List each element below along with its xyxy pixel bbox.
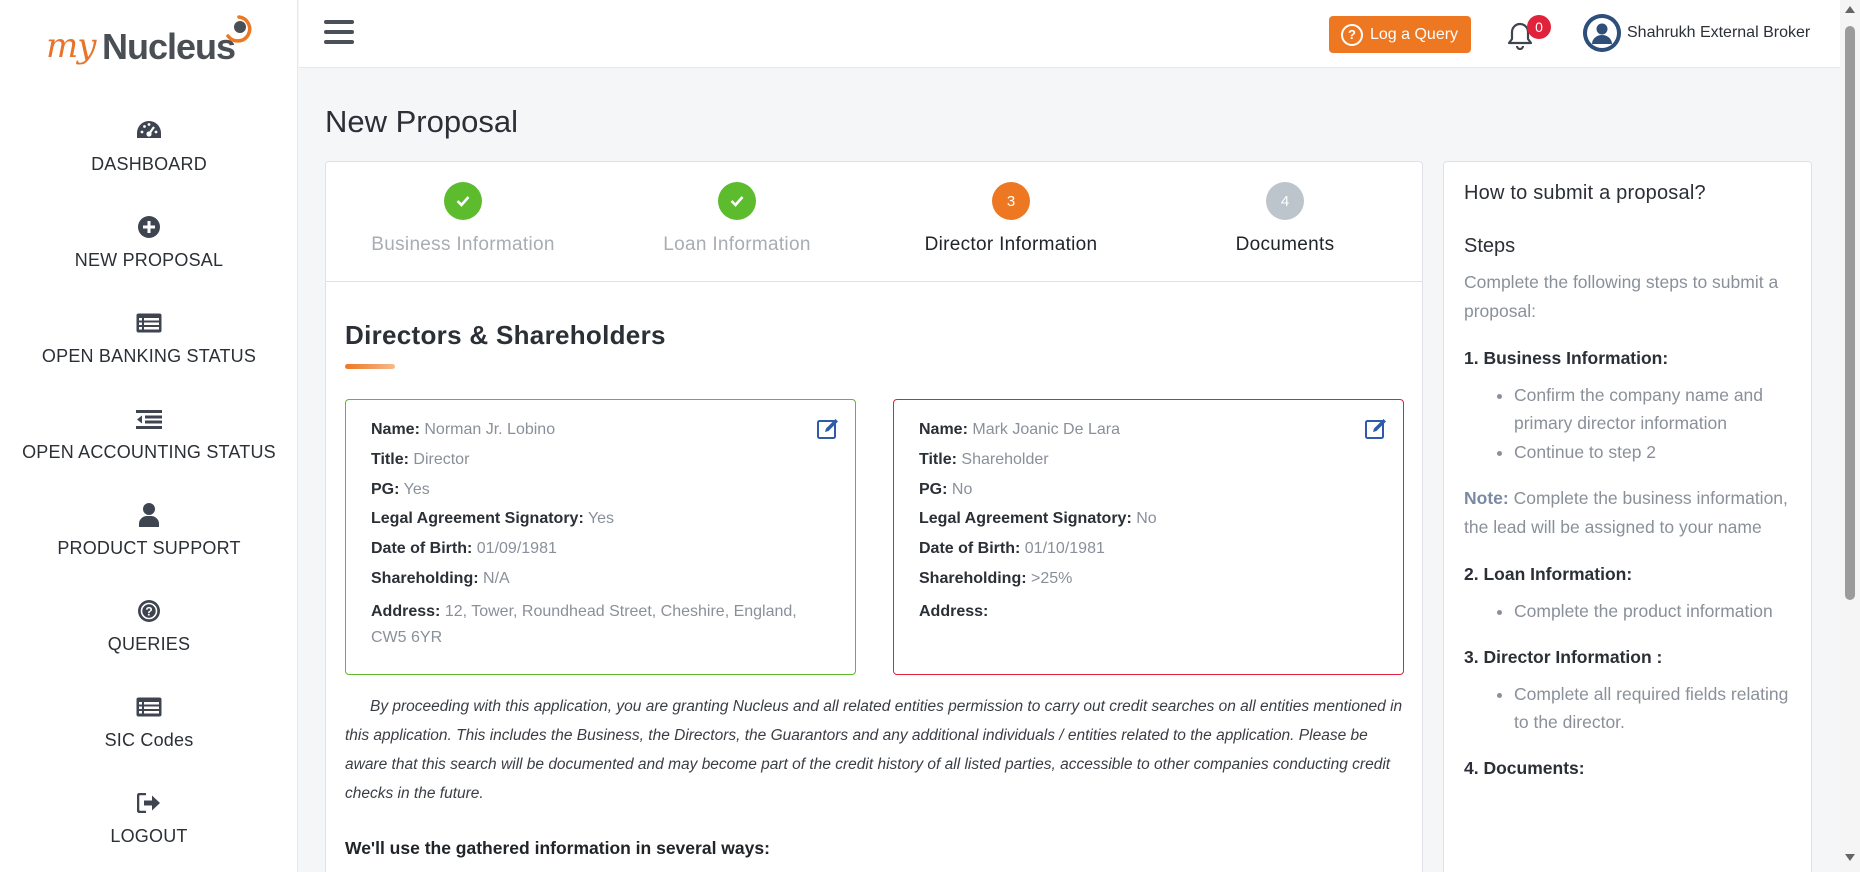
svg-text:?: ? (145, 605, 152, 619)
top-bar: ? Log a Query 0 Shahrukh External Broker (299, 0, 1840, 68)
step-label: Business Information (371, 234, 555, 255)
scroll-down-icon[interactable] (1845, 854, 1855, 861)
sidebar-item-open-banking-status[interactable]: OPEN BANKING STATUS (0, 304, 298, 400)
credit-search-disclaimer: By proceeding with this application, you… (345, 698, 1403, 802)
sidebar-item-new-proposal[interactable]: NEW PROPOSAL (0, 208, 298, 304)
step-loan-information[interactable]: Loan Information (600, 182, 874, 256)
check-icon (444, 182, 482, 220)
help-steps-heading: Steps (1464, 235, 1516, 257)
step-business-information[interactable]: Business Information (326, 182, 600, 256)
page-title: New Proposal (325, 104, 518, 139)
help-step-1-heading: 1. Business Information: (1464, 348, 1669, 368)
sidebar-item-sic-codes[interactable]: SIC Codes (0, 688, 298, 784)
help-step-3-heading: 3. Director Information : (1464, 647, 1663, 667)
director-address-row: Address: 12, Tower, Roundhead Street, Ch… (371, 602, 797, 646)
help-step-2-heading: 2. Loan Information: (1464, 564, 1633, 584)
mynucleus-logo[interactable]: my Nucleus (46, 10, 266, 70)
step-number: 4 (1266, 182, 1304, 220)
step-number: 3 (992, 182, 1030, 220)
list-card-icon (136, 310, 162, 336)
sidebar-item-label: NEW PROPOSAL (74, 250, 224, 270)
user-menu[interactable]: Shahrukh External Broker (1583, 14, 1810, 52)
help-title: How to submit a proposal? (1464, 182, 1706, 204)
list-item: Continue to step 2 (1514, 438, 1791, 466)
help-note: Note: Complete the business information,… (1464, 488, 1788, 537)
director-card: Name: Mark Joanic De Lara Title: Shareho… (893, 399, 1404, 675)
director-name-row: Name: Norman Jr. Lobino (371, 421, 556, 438)
scroll-up-icon[interactable] (1845, 6, 1855, 13)
director-dob-row: Date of Birth: 01/09/1981 (371, 540, 557, 558)
help-step-3-list: Complete all required fields relating to… (1464, 680, 1791, 736)
user-name: Shahrukh External Broker (1627, 24, 1811, 41)
logo-name: Nucleus (102, 26, 236, 67)
list-item: Confirm the company name and primary dir… (1514, 381, 1791, 437)
director-dob-row: Date of Birth: 01/10/1981 (919, 540, 1105, 558)
help-intro: Complete the following steps to submit a… (1464, 272, 1779, 321)
edit-icon[interactable] (817, 418, 839, 440)
log-a-query-button[interactable]: ? Log a Query (1329, 16, 1471, 53)
director-shareholding-row: Shareholding: N/A (371, 569, 510, 587)
section-underline (345, 364, 395, 369)
sidebar-item-label: OPEN BANKING STATUS (41, 346, 257, 366)
sidebar: my Nucleus DASHBOARD NEW PROPOSAL OPEN B… (0, 0, 298, 872)
section-title: Directors & Shareholders (345, 320, 666, 350)
step-label: Director Information (924, 234, 1098, 255)
sidebar-item-label: LOGOUT (110, 826, 188, 846)
step-documents[interactable]: 4 Documents (1148, 182, 1422, 256)
sidebar-item-queries[interactable]: ? QUERIES (0, 592, 298, 688)
director-signatory-row: Legal Agreement Signatory: Yes (371, 510, 615, 528)
question-chat-icon: ? (1341, 23, 1363, 46)
plus-circle-icon (136, 214, 162, 240)
sidebar-item-dashboard[interactable]: DASHBOARD (0, 112, 298, 208)
logo-orbit-icon (226, 15, 252, 43)
menu-toggle-icon[interactable] (324, 20, 354, 46)
avatar (1583, 14, 1621, 52)
edit-icon[interactable] (1365, 418, 1387, 440)
page-scrollbar[interactable] (1840, 0, 1860, 872)
step-label: Loan Information (663, 234, 811, 255)
list-card-icon (136, 694, 162, 720)
information-usage-heading: We'll use the gathered information in se… (345, 838, 770, 858)
indent-list-icon (136, 406, 162, 432)
director-signatory-row: Legal Agreement Signatory: No (919, 510, 1157, 528)
sidebar-item-label: OPEN ACCOUNTING STATUS (22, 442, 276, 462)
proposal-stepper: Business Information Loan Information 3 … (326, 162, 1422, 282)
scrollbar-thumb[interactable] (1845, 26, 1855, 600)
dashboard-gauge-icon (136, 118, 162, 144)
help-step-1-list: Confirm the company name and primary dir… (1464, 381, 1791, 466)
sidebar-item-logout[interactable]: LOGOUT (0, 784, 298, 872)
director-name-row: Name: Mark Joanic De Lara (919, 421, 1120, 438)
proposal-card: Business Information Loan Information 3 … (325, 161, 1423, 872)
step-label: Documents (1235, 234, 1335, 255)
sidebar-item-label: PRODUCT SUPPORT (57, 538, 241, 558)
director-title-row: Title: Shareholder (919, 450, 1049, 468)
director-shareholding-row: Shareholding: >25% (919, 569, 1073, 587)
sidebar-nav: DASHBOARD NEW PROPOSAL OPEN BANKING STAT… (0, 112, 298, 872)
check-icon (718, 182, 756, 220)
list-item: Complete all required fields relating to… (1514, 680, 1791, 736)
log-a-query-label: Log a Query (1370, 25, 1459, 43)
director-pg-row: PG: Yes (371, 480, 430, 498)
help-step-4-heading: 4. Documents: (1464, 758, 1585, 778)
director-address-row: Address: (919, 602, 989, 620)
logo-prefix: my (46, 26, 96, 66)
sign-out-icon (136, 790, 162, 816)
sidebar-item-product-support[interactable]: PRODUCT SUPPORT (0, 496, 298, 592)
list-item: Complete the product information (1514, 597, 1791, 625)
step-director-information[interactable]: 3 Director Information (874, 182, 1148, 256)
sidebar-item-label: DASHBOARD (91, 154, 207, 174)
question-circle-icon: ? (136, 598, 162, 624)
sidebar-item-label: SIC Codes (104, 730, 194, 750)
sidebar-item-label: QUERIES (107, 634, 191, 654)
help-panel: How to submit a proposal? Steps Complete… (1443, 161, 1812, 872)
director-card: Name: Norman Jr. Lobino Title: Director … (345, 399, 856, 675)
user-icon (136, 502, 162, 528)
sidebar-item-open-accounting-status[interactable]: OPEN ACCOUNTING STATUS (0, 400, 298, 496)
help-step-2-list: Complete the product information (1464, 597, 1791, 625)
director-title-row: Title: Director (371, 450, 470, 468)
director-pg-row: PG: No (919, 480, 973, 498)
notification-badge: 0 (1527, 15, 1551, 39)
